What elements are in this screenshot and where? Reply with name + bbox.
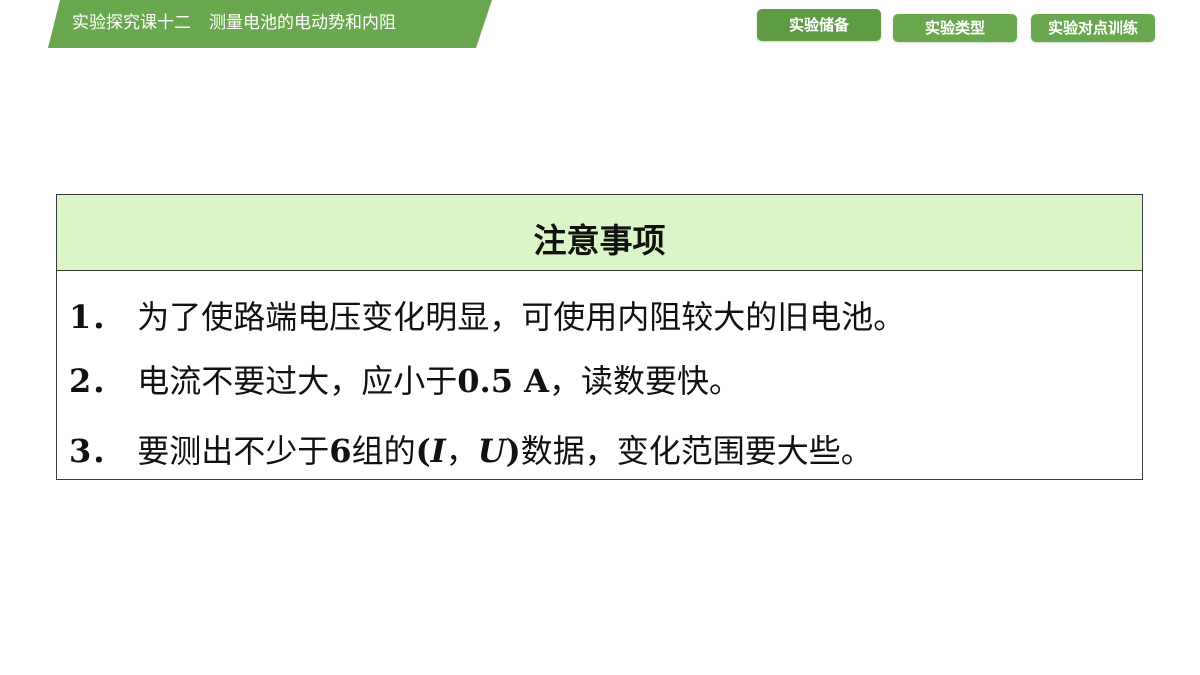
tab-experiment-types[interactable]: 实验类型 (893, 14, 1017, 42)
top-banner: 实验探究课十二 测量电池的电动势和内阻 实验储备 实验类型 实验对点训练 (0, 0, 1200, 48)
note-text-pre: 要测出不少于 (137, 432, 330, 470)
note-number: 1． (69, 298, 124, 336)
note-item-2: 2． 电流不要过大，应小于0.5 A，读数要快。 (69, 361, 741, 401)
course-label: 实验探究课十二 (72, 13, 191, 33)
note-text-mid: 组的 (351, 432, 416, 470)
tab-experiment-prep[interactable]: 实验储备 (757, 9, 881, 41)
notes-box: 注意事项 1． 为了使路端电压变化明显，可使用内阻较大的旧电池。 2． 电流不要过大… (56, 194, 1143, 480)
note-item-1: 1． 为了使路端电压变化明显，可使用内阻较大的旧电池。 (69, 297, 905, 337)
notes-title: 注意事项 (57, 195, 1142, 271)
group-count: 6 (329, 432, 352, 470)
current-limit-value: 0.5 A (457, 362, 549, 400)
note-number: 3． (69, 432, 124, 470)
topic-label: 测量电池的电动势和内阻 (209, 13, 396, 33)
tab-experiment-training[interactable]: 实验对点训练 (1031, 14, 1155, 42)
paren-close: ) (505, 432, 521, 470)
note-text: 为了使路端电压变化明显，可使用内阻较大的旧电池。 (137, 298, 906, 336)
note-text-post: 数据，变化范围要大些。 (520, 432, 873, 470)
paren-open: ( (415, 432, 431, 470)
variable-u: U (477, 432, 506, 470)
note-number: 2． (69, 362, 124, 400)
pair-comma: ， (445, 432, 478, 470)
note-text-pre: 电流不要过大，应小于 (137, 362, 458, 400)
note-item-3: 3． 要测出不少于6组的(I，U)数据，变化范围要大些。 (69, 431, 873, 471)
slide-title: 实验探究课十二 测量电池的电动势和内阻 (72, 10, 396, 36)
variable-i: I (430, 432, 446, 470)
note-text-post: ，读数要快。 (548, 362, 741, 400)
